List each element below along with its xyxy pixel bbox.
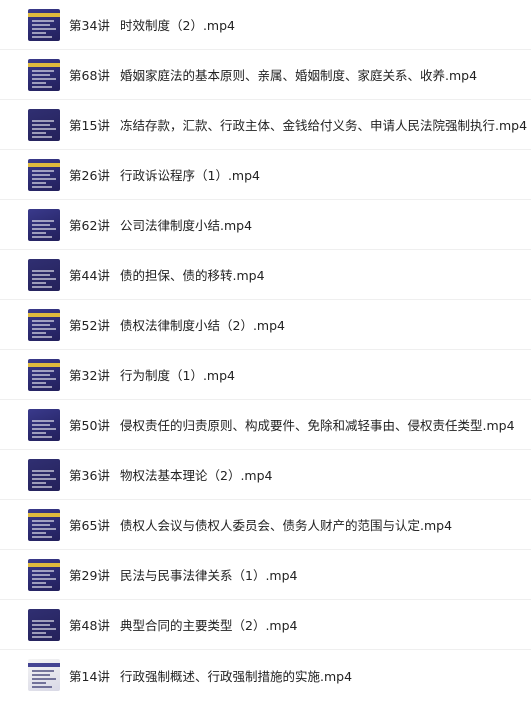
file-name: 典型合同的主要类型（2）.mp4 bbox=[120, 618, 298, 633]
file-name: 侵权责任的归责原则、构成要件、免除和减轻事由、侵权责任类型.mp4 bbox=[120, 418, 515, 433]
file-name: 婚姻家庭法的基本原则、亲属、婚姻制度、家庭关系、收养.mp4 bbox=[120, 68, 478, 83]
video-thumbnail-icon bbox=[28, 159, 60, 191]
lecture-number: 第44讲 bbox=[69, 268, 110, 283]
video-thumbnail-icon bbox=[28, 59, 60, 91]
video-thumbnail-icon bbox=[28, 659, 60, 691]
file-name: 公司法律制度小结.mp4 bbox=[120, 218, 253, 233]
file-name: 债的担保、债的移转.mp4 bbox=[120, 268, 265, 283]
file-name: 行政强制概述、行政强制措施的实施.mp4 bbox=[120, 668, 353, 684]
video-thumbnail-icon bbox=[28, 309, 60, 341]
list-item[interactable]: 第14讲 行政强制概述、行政强制措施的实施.mp4 bbox=[0, 650, 531, 700]
video-thumbnail-icon bbox=[28, 9, 60, 41]
lecture-number: 第26讲 bbox=[69, 168, 110, 183]
video-thumbnail-icon bbox=[28, 509, 60, 541]
list-item[interactable]: 第50讲 侵权责任的归责原则、构成要件、免除和减轻事由、侵权责任类型.mp4 bbox=[0, 400, 531, 450]
lecture-number: 第65讲 bbox=[69, 518, 110, 533]
list-item[interactable]: 第52讲 债权法律制度小结（2）.mp4 bbox=[0, 300, 531, 350]
lecture-number: 第50讲 bbox=[69, 418, 110, 433]
lecture-number: 第15讲 bbox=[69, 118, 110, 133]
file-name: 冻结存款，汇款、行政主体、金钱给付义务、申请人民法院强制执行.mp4 bbox=[120, 118, 528, 133]
lecture-number: 第32讲 bbox=[69, 368, 110, 383]
file-name: 民法与民事法律关系（1）.mp4 bbox=[120, 568, 298, 583]
list-item[interactable]: 第29讲 民法与民事法律关系（1）.mp4 bbox=[0, 550, 531, 600]
video-thumbnail-icon bbox=[28, 109, 60, 141]
file-list: 第34讲 时效制度（2）.mp4 第68讲 婚姻家庭法的基本原则、亲属、婚姻制度… bbox=[0, 0, 531, 700]
lecture-number: 第14讲 bbox=[69, 668, 110, 684]
list-item[interactable]: 第68讲 婚姻家庭法的基本原则、亲属、婚姻制度、家庭关系、收养.mp4 bbox=[0, 50, 531, 100]
video-thumbnail-icon bbox=[28, 609, 60, 641]
video-thumbnail-icon bbox=[28, 209, 60, 241]
list-item[interactable]: 第36讲 物权法基本理论（2）.mp4 bbox=[0, 450, 531, 500]
lecture-number: 第48讲 bbox=[69, 618, 110, 633]
video-thumbnail-icon bbox=[28, 559, 60, 591]
list-item[interactable]: 第15讲 冻结存款，汇款、行政主体、金钱给付义务、申请人民法院强制执行.mp4 bbox=[0, 100, 531, 150]
file-name: 行政诉讼程序（1）.mp4 bbox=[120, 168, 260, 183]
list-item[interactable]: 第34讲 时效制度（2）.mp4 bbox=[0, 0, 531, 50]
lecture-number: 第62讲 bbox=[69, 218, 110, 233]
list-item[interactable]: 第44讲 债的担保、债的移转.mp4 bbox=[0, 250, 531, 300]
lecture-number: 第29讲 bbox=[69, 568, 110, 583]
list-item[interactable]: 第62讲 公司法律制度小结.mp4 bbox=[0, 200, 531, 250]
list-item[interactable]: 第65讲 债权人会议与债权人委员会、债务人财产的范围与认定.mp4 bbox=[0, 500, 531, 550]
video-thumbnail-icon bbox=[28, 459, 60, 491]
lecture-number: 第36讲 bbox=[69, 468, 110, 483]
lecture-number: 第52讲 bbox=[69, 318, 110, 333]
video-thumbnail-icon bbox=[28, 259, 60, 291]
lecture-number: 第34讲 bbox=[69, 18, 110, 33]
list-item[interactable]: 第32讲 行为制度（1）.mp4 bbox=[0, 350, 531, 400]
file-name: 时效制度（2）.mp4 bbox=[120, 18, 235, 33]
lecture-number: 第68讲 bbox=[69, 68, 110, 83]
file-name: 物权法基本理论（2）.mp4 bbox=[120, 468, 273, 483]
file-name: 债权法律制度小结（2）.mp4 bbox=[120, 318, 285, 333]
list-item[interactable]: 第48讲 典型合同的主要类型（2）.mp4 bbox=[0, 600, 531, 650]
video-thumbnail-icon bbox=[28, 409, 60, 441]
file-name: 行为制度（1）.mp4 bbox=[120, 368, 235, 383]
video-thumbnail-icon bbox=[28, 359, 60, 391]
list-item[interactable]: 第26讲 行政诉讼程序（1）.mp4 bbox=[0, 150, 531, 200]
file-name: 债权人会议与债权人委员会、债务人财产的范围与认定.mp4 bbox=[120, 518, 453, 533]
